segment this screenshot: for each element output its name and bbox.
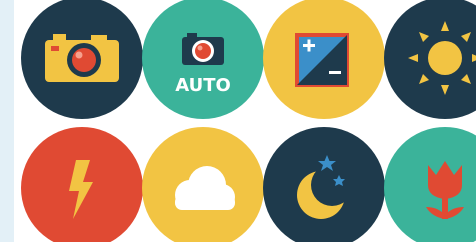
camera-icon <box>21 0 143 119</box>
macro-tulip-icon <box>384 127 476 242</box>
camera-icon-set: AUTO <box>0 0 476 242</box>
cloud-icon <box>142 127 264 242</box>
exposure-icon <box>263 0 385 119</box>
background-strip <box>0 0 14 242</box>
flash-icon <box>21 127 143 242</box>
auto-camera-icon: AUTO <box>142 0 264 119</box>
sun-icon <box>384 0 476 119</box>
night-moon-icon <box>263 127 385 242</box>
auto-label: AUTO <box>175 75 231 96</box>
